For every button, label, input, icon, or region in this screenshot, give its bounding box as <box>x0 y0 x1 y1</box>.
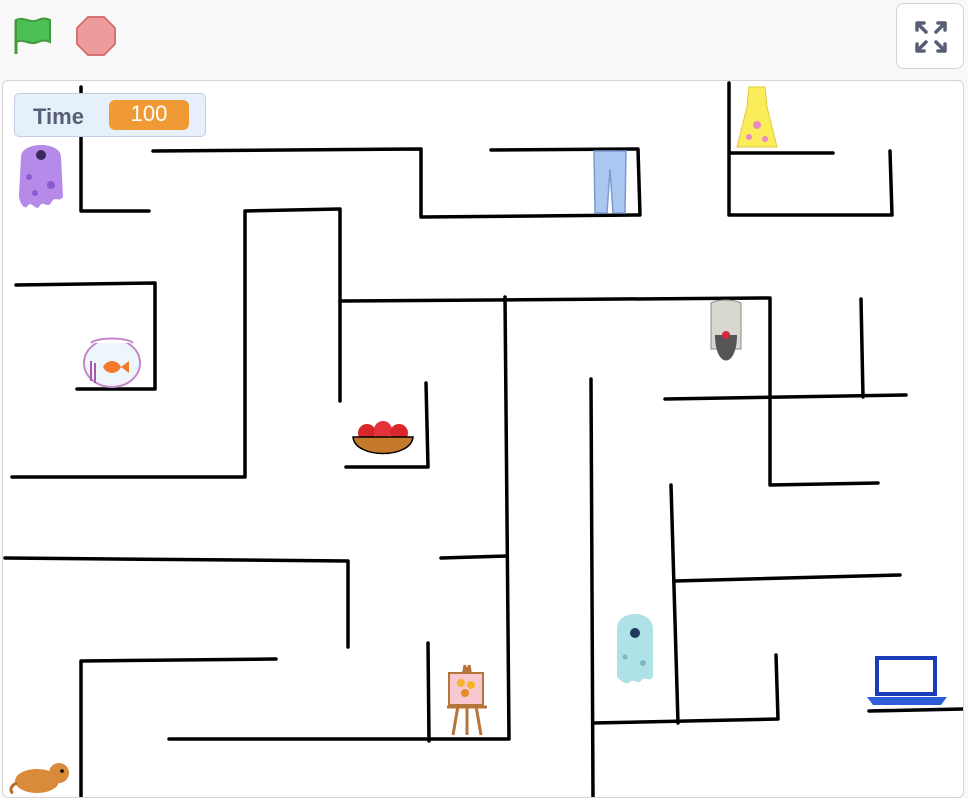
fullscreen-icon <box>915 21 947 53</box>
laptop-sprite[interactable] <box>865 655 951 707</box>
time-label: Time <box>33 104 84 129</box>
jeans-sprite[interactable] <box>591 149 629 215</box>
green-flag-icon <box>14 17 51 54</box>
easel-painting-sprite[interactable] <box>443 661 491 737</box>
dress-sprite[interactable] <box>735 85 779 151</box>
stage[interactable]: Time 100 <box>2 80 964 798</box>
purple-monster-sprite[interactable] <box>15 137 67 211</box>
blue-ghost-sprite[interactable] <box>613 607 657 685</box>
stop-button[interactable] <box>74 14 118 58</box>
green-flag-button[interactable] <box>10 14 54 58</box>
apple-bowl-sprite[interactable] <box>351 419 415 467</box>
fullscreen-button[interactable] <box>896 3 964 69</box>
bat-sprite[interactable] <box>707 299 745 373</box>
stage-header <box>0 0 968 80</box>
fishbowl-sprite[interactable] <box>81 333 143 389</box>
time-variable-monitor[interactable]: Time 100 <box>14 93 206 137</box>
stop-sign-icon <box>76 16 116 56</box>
time-value: 100 <box>109 100 189 130</box>
hamster-sprite[interactable] <box>7 757 73 797</box>
